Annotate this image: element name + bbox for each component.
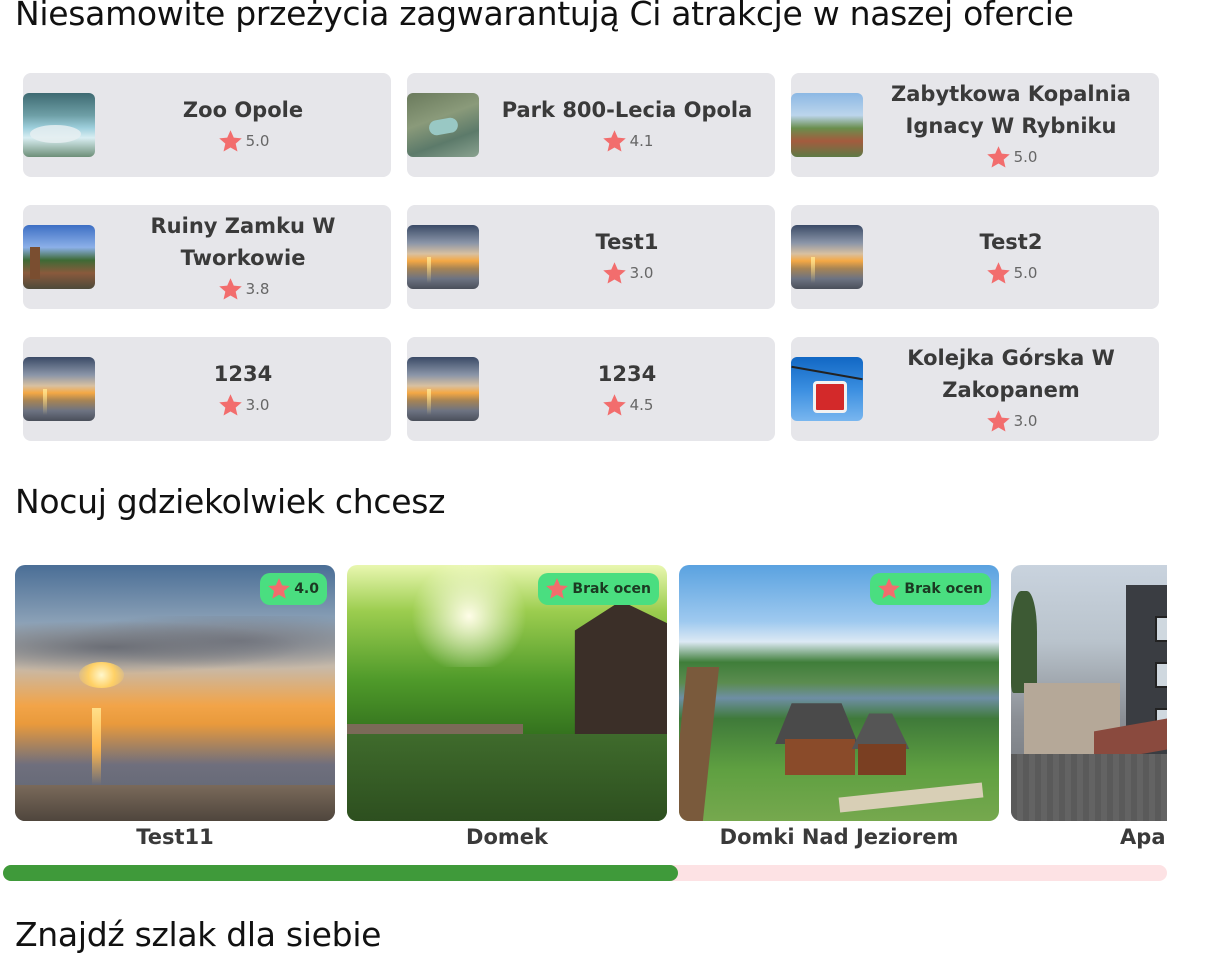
attraction-rating: 3.0: [217, 390, 270, 420]
attraction-rating: 4.1: [601, 126, 654, 156]
attraction-card[interactable]: Ruiny Zamku W Tworkowie 3.8: [23, 205, 391, 309]
rating-value: 3.0: [245, 396, 270, 414]
stay-name: Apartam: [1120, 825, 1167, 849]
attraction-card[interactable]: Zabytkowa Kopalnia Ignacy W Rybniku 5.0: [791, 73, 1159, 177]
attraction-name: Zabytkowa Kopalnia Ignacy W Rybniku: [891, 82, 1131, 138]
attractions-heading: Niesamowite przeżycia zagwarantują Ci at…: [15, 0, 1074, 33]
attraction-thumbnail: [407, 225, 479, 289]
stay-image: Brak ocen: [347, 565, 667, 821]
star-icon: [876, 576, 902, 602]
rating-value: 5.0: [245, 132, 270, 150]
stay-card[interactable]: Brak ocen Domek: [347, 565, 667, 849]
attraction-thumbnail: [23, 357, 95, 421]
stay-name: Domki Nad Jeziorem: [719, 825, 959, 849]
rating-value: 4.5: [629, 396, 654, 414]
stay-card[interactable]: Apartam: [1011, 565, 1167, 849]
star-icon: [217, 128, 244, 155]
attraction-rating: 5.0: [217, 126, 270, 156]
stays-carousel[interactable]: 4.0 Test11 Brak ocen Domek Brak ocen Dom…: [15, 565, 1167, 865]
attraction-card[interactable]: Park 800-Lecia Opola 4.1: [407, 73, 775, 177]
attraction-card[interactable]: Test1 3.0: [407, 205, 775, 309]
attraction-thumbnail: [791, 357, 863, 421]
attraction-card[interactable]: Zoo Opole 5.0: [23, 73, 391, 177]
star-icon: [601, 392, 628, 419]
rating-badge: Brak ocen: [538, 573, 659, 605]
star-icon: [266, 576, 292, 602]
attraction-name: Ruiny Zamku W Tworkowie: [150, 214, 336, 270]
attraction-card[interactable]: Test2 5.0: [791, 205, 1159, 309]
stays-heading: Nocuj gdziekolwiek chcesz: [15, 482, 446, 521]
attraction-name: Test1: [595, 230, 659, 254]
rating-value: 3.8: [245, 280, 270, 298]
star-icon: [985, 260, 1012, 287]
attraction-rating: 5.0: [985, 258, 1038, 288]
attraction-rating: 5.0: [985, 142, 1038, 172]
attraction-rating: 3.8: [217, 274, 270, 304]
rating-badge-text: Brak ocen: [572, 581, 651, 597]
star-icon: [985, 144, 1012, 171]
stay-name: Test11: [136, 825, 214, 849]
rating-value: 3.0: [629, 264, 654, 282]
star-icon: [217, 392, 244, 419]
stay-name: Domek: [466, 825, 548, 849]
attraction-thumbnail: [791, 225, 863, 289]
rating-badge-text: Brak ocen: [904, 581, 983, 597]
attraction-name: Park 800-Lecia Opola: [501, 98, 753, 122]
attraction-name: Zoo Opole: [182, 98, 304, 122]
attraction-rating: 3.0: [985, 406, 1038, 436]
attraction-rating: 4.5: [601, 390, 654, 420]
attraction-name: Kolejka Górska W Zakopanem: [907, 346, 1115, 402]
attractions-grid: Zoo Opole 5.0 Park 800-Lecia Opola 4.1 Z…: [23, 73, 1159, 441]
attraction-thumbnail: [23, 93, 95, 157]
attraction-card[interactable]: Kolejka Górska W Zakopanem 3.0: [791, 337, 1159, 441]
star-icon: [601, 128, 628, 155]
stay-image: [1011, 565, 1167, 821]
attraction-thumbnail: [791, 93, 863, 157]
rating-badge-text: 4.0: [294, 581, 319, 597]
rating-value: 5.0: [1013, 148, 1038, 166]
rating-badge: Brak ocen: [870, 573, 991, 605]
attraction-name: 1234: [213, 362, 273, 386]
carousel-scrollbar-thumb[interactable]: [3, 865, 679, 881]
rating-badge: 4.0: [260, 573, 327, 605]
star-icon: [544, 576, 570, 602]
stay-image: Brak ocen: [679, 565, 999, 821]
attraction-name: 1234: [597, 362, 657, 386]
carousel-scrollbar[interactable]: [3, 865, 1167, 881]
attraction-rating: 3.0: [601, 258, 654, 288]
attraction-thumbnail: [407, 357, 479, 421]
rating-value: 5.0: [1013, 264, 1038, 282]
rating-value: 3.0: [1013, 412, 1038, 430]
attraction-thumbnail: [23, 225, 95, 289]
attraction-name: Test2: [979, 230, 1043, 254]
stay-card[interactable]: Brak ocen Domki Nad Jeziorem: [679, 565, 999, 849]
stay-card[interactable]: 4.0 Test11: [15, 565, 335, 849]
attraction-card[interactable]: 1234 4.5: [407, 337, 775, 441]
attraction-card[interactable]: 1234 3.0: [23, 337, 391, 441]
star-icon: [217, 276, 244, 303]
star-icon: [985, 408, 1012, 435]
stay-image: 4.0: [15, 565, 335, 821]
trails-heading: Znajdź szlak dla siebie: [15, 915, 382, 954]
rating-value: 4.1: [629, 132, 654, 150]
star-icon: [601, 260, 628, 287]
attraction-thumbnail: [407, 93, 479, 157]
